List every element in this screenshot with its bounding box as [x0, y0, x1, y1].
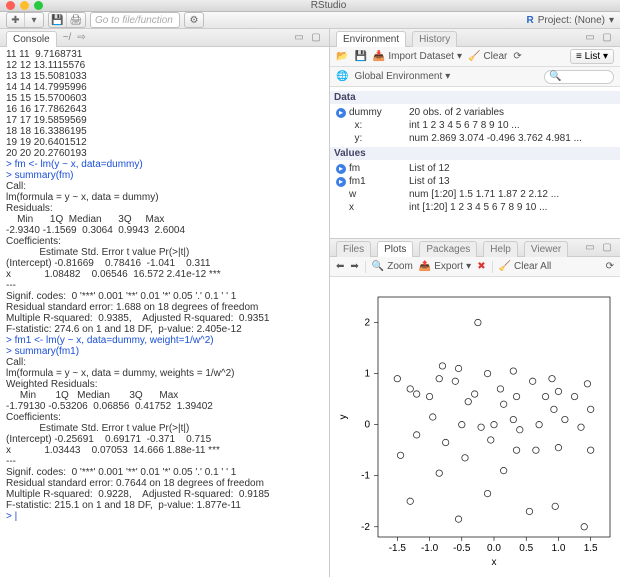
chevron-down-icon: ▾ — [609, 15, 614, 26]
env-scope-selector[interactable]: Global Environment ▾ — [354, 71, 450, 82]
svg-text:x: x — [492, 557, 497, 568]
minimize-window-icon[interactable] — [20, 1, 29, 10]
env-pane-header: Environment History ▭ ▢ — [330, 29, 620, 47]
import-dataset-button[interactable]: 📥 Import Dataset ▾ — [373, 51, 462, 62]
plots-toolbar: ⬅ ➡ 🔍 Zoom 📤 Export ▾ ✖ 🧹 Clear All ⟳ — [330, 257, 620, 277]
env-search-input[interactable]: 🔍 — [544, 70, 614, 84]
svg-text:-1: -1 — [361, 471, 370, 482]
console-pane-header: Console ~/ ⇨ ▭ ▢ — [0, 29, 329, 47]
goto-placeholder: Go to file/function — [95, 15, 173, 26]
env-scope-bar: 🌐 Global Environment ▾ 🔍 — [330, 67, 620, 87]
new-open-buttons[interactable]: ✚ ▾ — [6, 12, 44, 28]
globe-icon: 🌐 — [336, 71, 348, 82]
project-selector[interactable]: R Project: (None) ▾ — [526, 15, 614, 26]
window-title: RStudio — [43, 0, 614, 11]
clear-all-button[interactable]: 🧹 Clear All — [499, 261, 552, 272]
svg-text:0: 0 — [364, 420, 370, 431]
plot-canvas: -1.5 -1.0 -0.5 0.0 0.5 1.0 1.5 -2 -1 0 1 2 x y — [330, 277, 620, 577]
env-view-mode[interactable]: ≡ List ▾ — [570, 49, 614, 64]
minimize-pane-icon[interactable]: ▭ — [292, 31, 306, 45]
new-file-icon[interactable]: ✚ — [7, 13, 25, 27]
tab-files[interactable]: Files — [336, 241, 371, 257]
next-plot-icon[interactable]: ➡ — [350, 261, 358, 272]
tab-viewer[interactable]: Viewer — [524, 241, 568, 257]
prev-plot-icon[interactable]: ⬅ — [336, 261, 344, 272]
save-workspace-icon[interactable]: 💾 — [354, 51, 366, 62]
maximize-pane-icon[interactable]: ▢ — [309, 31, 323, 45]
maximize-env-icon[interactable]: ▢ — [600, 31, 614, 45]
goto-file-input[interactable]: Go to file/function — [90, 12, 180, 28]
zoom-window-icon[interactable] — [34, 1, 43, 10]
minimize-plots-icon[interactable]: ▭ — [583, 241, 597, 255]
svg-text:-2: -2 — [361, 522, 370, 533]
main-toolbar: ✚ ▾ 💾 🖨 Go to file/function ⚙ R Project:… — [0, 12, 620, 29]
window-titlebar: RStudio — [0, 0, 620, 12]
clear-env-button[interactable]: 🧹 Clear — [468, 51, 507, 62]
remove-plot-icon[interactable]: ✖ — [477, 261, 485, 272]
svg-text:0.0: 0.0 — [487, 543, 501, 554]
console-path: ~/ — [63, 32, 72, 43]
tab-plots[interactable]: Plots — [377, 241, 413, 257]
tab-packages[interactable]: Packages — [419, 241, 477, 257]
tools-buttons[interactable]: ⚙ — [184, 12, 204, 28]
svg-text:1.0: 1.0 — [551, 543, 565, 554]
tab-environment[interactable]: Environment — [336, 31, 406, 47]
load-workspace-icon[interactable]: 📂 — [336, 51, 348, 62]
export-button[interactable]: 📤 Export ▾ — [419, 261, 471, 272]
maximize-plots-icon[interactable]: ▢ — [600, 241, 614, 255]
tab-history[interactable]: History — [412, 31, 457, 47]
save-print-buttons[interactable]: 💾 🖨 — [48, 12, 86, 28]
refresh-plot-icon[interactable]: ⟳ — [606, 261, 614, 272]
plots-pane-header: Files Plots Packages Help Viewer ▭ ▢ — [330, 239, 620, 257]
tools-icon[interactable]: ⚙ — [185, 13, 203, 27]
svg-text:-1.0: -1.0 — [421, 543, 439, 554]
project-label: Project: (None) — [538, 15, 605, 26]
environment-list[interactable]: Data▸dummy20 obs. of 2 variables x:int 1… — [330, 87, 620, 238]
console-output[interactable]: 11 11 9.716873112 12 13.111557613 13 15.… — [0, 47, 329, 577]
tab-console[interactable]: Console — [6, 31, 57, 47]
close-window-icon[interactable] — [6, 1, 15, 10]
svg-text:0.5: 0.5 — [519, 543, 533, 554]
traffic-lights — [6, 1, 43, 10]
zoom-button[interactable]: 🔍 Zoom — [372, 261, 413, 272]
svg-text:1: 1 — [364, 369, 370, 380]
svg-text:-1.5: -1.5 — [389, 543, 407, 554]
env-toolbar: 📂 💾 📥 Import Dataset ▾ 🧹 Clear ⟳ ≡ List … — [330, 47, 620, 67]
print-icon[interactable]: 🖨 — [67, 13, 85, 27]
svg-text:2: 2 — [364, 318, 370, 329]
svg-text:y: y — [338, 415, 349, 420]
svg-text:1.5: 1.5 — [584, 543, 598, 554]
svg-text:-0.5: -0.5 — [453, 543, 471, 554]
tab-help[interactable]: Help — [483, 241, 518, 257]
refresh-icon[interactable]: ⟳ — [513, 51, 521, 62]
console-path-icon[interactable]: ⇨ — [77, 32, 85, 43]
minimize-env-icon[interactable]: ▭ — [583, 31, 597, 45]
rlogo-icon: R — [526, 15, 533, 26]
open-file-icon[interactable]: ▾ — [25, 13, 43, 27]
save-icon[interactable]: 💾 — [49, 13, 67, 27]
